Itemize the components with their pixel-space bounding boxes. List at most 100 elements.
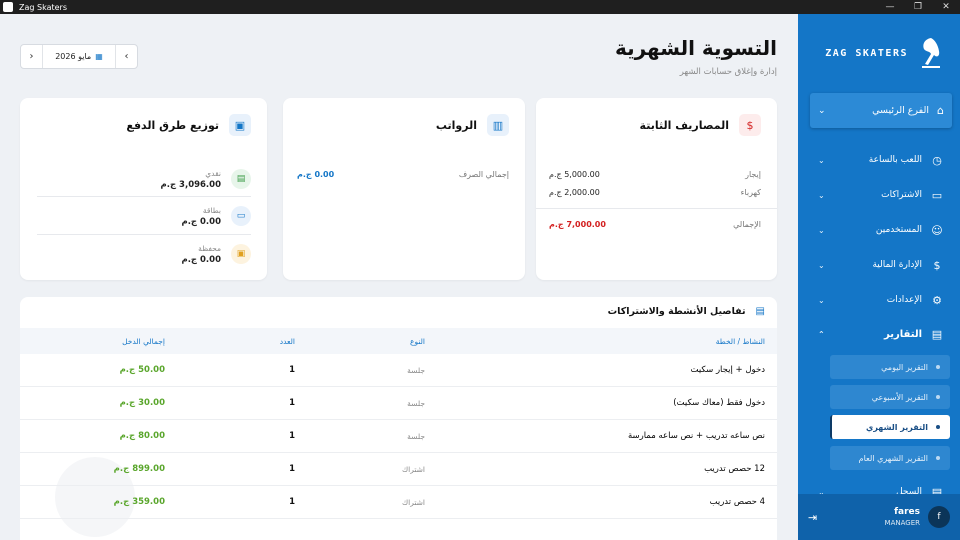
- table-row[interactable]: 12 حصص تدريب اشتراك 1 899.00 ج.م: [20, 453, 777, 486]
- payment-method-label: بطاقة: [202, 205, 221, 215]
- bullet-icon: [936, 425, 940, 429]
- dollar-icon: $: [739, 114, 761, 136]
- activity-count: 1: [289, 464, 295, 474]
- expense-label: كهرباء: [740, 188, 761, 197]
- chevron-up-icon: ⌃: [818, 329, 825, 339]
- month-navigator: › مايو 2026 ▦ ‹: [20, 44, 138, 69]
- payment-method-value: 0.00 ج.م: [181, 254, 221, 265]
- table-row[interactable]: 4 حصص تدريب اشتراك 1 359.00 ج.م: [20, 486, 777, 519]
- page-subtitle: إدارة وإغلاق حسابات الشهر: [679, 67, 777, 77]
- expense-row: كهرباء 2,000.00 ج.م: [549, 188, 761, 197]
- salaries-label: إجمالي الصرف: [458, 170, 509, 179]
- payment-method-value: 3,096.00 ج.م: [160, 179, 222, 190]
- chevron-down-icon: ⌄: [818, 225, 825, 235]
- payment-method-label: نقدي: [205, 168, 221, 178]
- expense-value: 5,000.00 ج.م: [549, 170, 600, 179]
- fixed-expenses-title: المصاريف الثابتة: [639, 118, 729, 132]
- chevron-down-icon: ⌄: [818, 105, 826, 116]
- sidebar-subitem-weekly-report[interactable]: التقرير الأسبوعي: [830, 385, 950, 409]
- expense-label: إيجار: [745, 170, 761, 179]
- sidebar-item-label: الإدارة المالية: [872, 260, 922, 270]
- activity-name: دخول فقط (معاك سكيت): [673, 398, 765, 408]
- previous-month-button[interactable]: ‹: [115, 45, 137, 68]
- brand-name: ZAG SKATERS: [825, 47, 908, 59]
- bullet-icon: [936, 395, 940, 399]
- logout-icon[interactable]: ⇥: [808, 511, 817, 524]
- sidebar-subitem-daily-report[interactable]: التقرير اليومي: [830, 355, 950, 379]
- activity-count: 1: [289, 365, 295, 375]
- activity-name: نص ساعه تدريب + نص ساعه ممارسة: [627, 431, 765, 441]
- maximize-icon[interactable]: ❐: [904, 0, 932, 14]
- table-row[interactable]: دخول فقط (معاك سكيت) جلسة 1 30.00 ج.م: [20, 387, 777, 420]
- payment-methods-card: ▣ توزيع طرق الدفع ▤ نقدي 3,096.00 ج.م ▭ …: [20, 98, 267, 280]
- app-icon: [3, 2, 13, 12]
- bullet-icon: [936, 365, 940, 369]
- credit-card-icon: ▭: [231, 206, 251, 226]
- report-icon: ▤: [931, 327, 943, 341]
- table-header-row: النشاط / الخطة النوع العدد إجمالي الدخل: [20, 328, 777, 354]
- subitem-label: التقرير الشهري: [866, 422, 928, 432]
- sidebar-subitem-general-monthly-report[interactable]: التقرير الشهري العام: [830, 446, 950, 470]
- payment-method-label: محفظة: [198, 243, 221, 253]
- activities-title: تفاصيل الأنشطة والاشتراكات: [607, 306, 746, 317]
- salaries-value: 0.00 ج.م: [297, 170, 335, 179]
- card-icon: ▭: [931, 188, 943, 202]
- month-picker[interactable]: مايو 2026 ▦: [43, 52, 115, 61]
- activity-name: دخول + إيجار سكيت: [690, 365, 765, 375]
- activity-total: 899.00 ج.م: [113, 464, 165, 474]
- payment-method-value: 0.00 ج.م: [181, 216, 221, 227]
- chevron-down-icon: ⌄: [818, 155, 825, 165]
- activity-type: اشتراك: [401, 464, 425, 474]
- user-panel: f fares MANAGER ⇥: [798, 494, 960, 540]
- sidebar-subitem-monthly-report[interactable]: التقرير الشهري: [830, 415, 950, 439]
- column-header[interactable]: إجمالي الدخل: [20, 337, 175, 346]
- column-header[interactable]: النشاط / الخطة: [435, 337, 777, 346]
- activity-type: جلسة: [407, 365, 425, 375]
- chevron-down-icon: ⌄: [818, 260, 825, 270]
- table-row[interactable]: دخول + إيجار سكيت جلسة 1 50.00 ج.م: [20, 354, 777, 387]
- chevron-down-icon: ⌄: [818, 295, 825, 305]
- branch-label: الفرع الرئيسي: [872, 105, 930, 116]
- salaries-row: إجمالي الصرف 0.00 ج.م: [297, 170, 509, 179]
- activities-header: ▤ تفاصيل الأنشطة والاشتراكات: [608, 306, 765, 317]
- gear-icon: ⚙: [932, 293, 942, 307]
- divider: [536, 208, 777, 209]
- calendar-icon: ▦: [95, 52, 103, 61]
- wallet-icon: ▣: [229, 114, 251, 136]
- sidebar-item-finance[interactable]: $ الإدارة المالية ⌄: [810, 253, 952, 277]
- bullet-icon: [936, 456, 940, 460]
- close-icon[interactable]: ✕: [932, 0, 960, 14]
- expense-row: إيجار 5,000.00 ج.م: [549, 170, 761, 179]
- minimize-icon[interactable]: —: [876, 0, 904, 14]
- subitem-label: التقرير الأسبوعي: [871, 392, 928, 402]
- salaries-card: ▥ الرواتب إجمالي الصرف 0.00 ج.م: [283, 98, 525, 280]
- sidebar-item-label: اللعب بالساعة: [868, 155, 922, 165]
- activities-table: النشاط / الخطة النوع العدد إجمالي الدخل …: [20, 328, 777, 519]
- month-value: مايو 2026: [55, 52, 92, 61]
- table-row[interactable]: نص ساعه تدريب + نص ساعه ممارسة جلسة 1 80…: [20, 420, 777, 453]
- users-icon: ☺: [931, 223, 943, 237]
- home-icon: ⌂: [937, 104, 944, 117]
- next-month-button[interactable]: ›: [21, 45, 43, 68]
- brand[interactable]: ZAG SKATERS: [825, 36, 944, 70]
- divider: [37, 196, 251, 197]
- column-header[interactable]: النوع: [305, 337, 435, 346]
- sidebar-item-reports[interactable]: ▤ التقارير ⌃: [810, 322, 952, 346]
- branch-selector[interactable]: ⌂ الفرع الرئيسي ⌄: [810, 93, 952, 128]
- sidebar-item-label: المستخدمين: [875, 225, 922, 235]
- sidebar-item-hourly-play[interactable]: ◷ اللعب بالساعة ⌄: [810, 148, 952, 172]
- column-header[interactable]: العدد: [175, 337, 305, 346]
- payment-methods-title: توزيع طرق الدفع: [126, 118, 219, 132]
- activity-total: 359.00 ج.م: [113, 497, 165, 507]
- user-role: MANAGER: [884, 519, 920, 527]
- sidebar-item-subscriptions[interactable]: ▭ الاشتراكات ⌄: [810, 183, 952, 207]
- avatar[interactable]: f: [928, 506, 950, 528]
- user-name: fares: [894, 507, 920, 517]
- activity-type: جلسة: [407, 431, 425, 441]
- window-title: Zag Skaters: [19, 2, 67, 12]
- window-titlebar: Zag Skaters — ❐ ✕: [0, 0, 960, 14]
- sidebar-item-settings[interactable]: ⚙ الإعدادات ⌄: [810, 288, 952, 312]
- sidebar-item-users[interactable]: ☺ المستخدمين ⌄: [810, 218, 952, 242]
- clock-icon: ◷: [932, 153, 942, 167]
- building-icon: ▥: [487, 114, 509, 136]
